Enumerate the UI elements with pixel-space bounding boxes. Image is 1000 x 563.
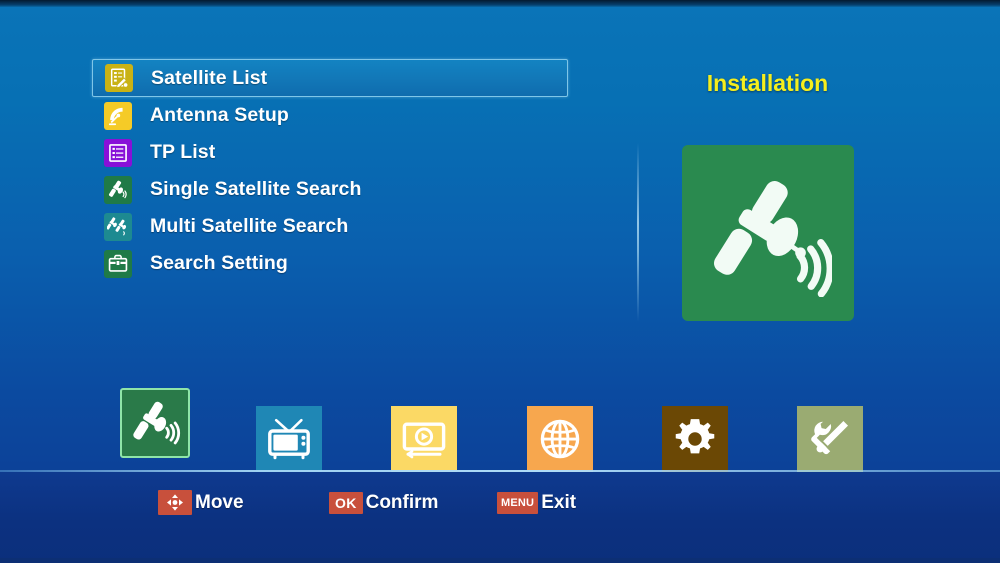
- menu-item-antenna-setup[interactable]: Antenna Setup: [92, 97, 568, 134]
- multi-satellite-search-icon: [104, 212, 132, 241]
- menu-item-label: Antenna Setup: [150, 104, 289, 126]
- menu-item-label: Multi Satellite Search: [150, 215, 349, 237]
- hint-label: Move: [195, 491, 244, 513]
- key-hints: Move OK Confirm MENU Exit: [0, 487, 1000, 521]
- menu-item-label: Search Setting: [150, 252, 288, 274]
- page-title: Installation: [706, 70, 829, 96]
- ok-key-badge: OK: [329, 492, 363, 514]
- strip-icon-tools[interactable]: [797, 406, 863, 472]
- strip-icon-installation[interactable]: [120, 388, 190, 458]
- search-setting-toolbox-icon: [104, 249, 132, 278]
- tp-list-icon: [104, 138, 132, 167]
- menu-item-multi-satellite-search[interactable]: Multi Satellite Search: [92, 208, 568, 245]
- hint-label: Exit: [541, 492, 577, 513]
- menu-item-tp-list[interactable]: TP List: [92, 134, 568, 171]
- vertical-divider: [637, 143, 639, 321]
- strip-icon-network[interactable]: [527, 406, 593, 472]
- tv-icon: [256, 406, 322, 472]
- tv-menu-screen: Satellite List Antenna Setup TP List Sin…: [0, 0, 1000, 563]
- strip-icon-system-setup[interactable]: [662, 406, 728, 472]
- hint-move[interactable]: Move: [158, 490, 244, 515]
- satellite-signal-icon: [120, 388, 190, 458]
- bottom-edge-band: [0, 558, 1000, 563]
- menu-item-satellite-list[interactable]: Satellite List: [92, 59, 568, 97]
- menu-key-badge: MENU: [497, 492, 539, 514]
- hint-confirm[interactable]: OK Confirm: [329, 492, 438, 514]
- menu-item-label: Satellite List: [151, 66, 268, 89]
- main-category-icon-strip: [0, 380, 1000, 472]
- wrench-screwdriver-icon: [797, 406, 863, 472]
- strip-icon-media[interactable]: [391, 406, 457, 472]
- globe-icon: [527, 406, 593, 472]
- menu-item-search-setting[interactable]: Search Setting: [92, 245, 568, 282]
- installation-menu-list: Satellite List Antenna Setup TP List Sin…: [92, 59, 568, 282]
- menu-item-single-satellite-search[interactable]: Single Satellite Search: [92, 171, 568, 208]
- footer-separator: [0, 470, 1000, 472]
- strip-icon-channel[interactable]: [256, 406, 322, 472]
- hint-exit[interactable]: MENU Exit: [497, 492, 576, 514]
- satellite-list-icon: [105, 64, 133, 92]
- gear-icon: [662, 406, 728, 472]
- antenna-dish-icon: [104, 101, 132, 130]
- top-edge-band: [0, 0, 1000, 7]
- hint-label: Confirm: [365, 492, 439, 513]
- single-satellite-search-icon: [104, 175, 132, 204]
- media-player-icon: [391, 406, 457, 472]
- satellite-dish-signal-icon: [682, 145, 854, 321]
- menu-item-label: TP List: [150, 141, 216, 163]
- menu-item-label: Single Satellite Search: [150, 178, 362, 200]
- dpad-icon: [158, 490, 192, 515]
